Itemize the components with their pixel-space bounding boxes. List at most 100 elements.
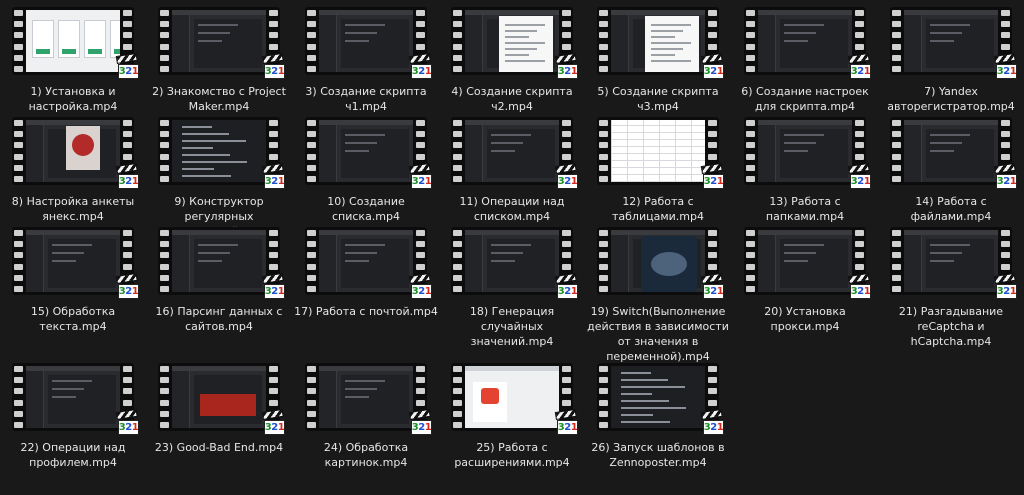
file-item[interactable]: 3 2 1 8) Настройка анкеты янекс.mp4 <box>0 110 146 223</box>
file-item[interactable]: 3 2 1 7) Yandex авторегистратор.mp4 <box>878 0 1024 113</box>
film-hole <box>307 21 316 28</box>
file-item[interactable]: 3 2 1 5) Создание скрипта ч3.mp4 <box>585 0 731 113</box>
film-hole <box>562 252 571 259</box>
film-hole <box>1001 263 1010 270</box>
film-hole <box>855 131 864 138</box>
code-line <box>621 407 686 409</box>
film-hole <box>14 252 23 259</box>
file-item[interactable]: 3 2 1 3) Создание скрипта ч1.mp4 <box>293 0 439 113</box>
film-hole <box>562 43 571 50</box>
file-item[interactable]: 3 2 1 18) Генерация случайных значений.mp4 <box>439 220 585 350</box>
film-hole <box>123 10 132 16</box>
film-hole <box>160 377 169 384</box>
file-item[interactable]: 3 2 1 24) Обработка картинок.mp4 <box>293 356 439 469</box>
film-strip-edge <box>14 230 23 292</box>
file-item[interactable]: 3 2 1 20) Установка прокси.mp4 <box>732 220 878 350</box>
film-hole <box>562 120 571 126</box>
file-item[interactable]: 3 2 1 2) Знакомство с Project Maker.mp4 <box>146 0 292 113</box>
film-hole <box>1001 10 1010 16</box>
film-hole <box>160 120 169 126</box>
film-hole <box>307 241 316 248</box>
film-hole <box>14 366 23 372</box>
file-item[interactable]: 3 2 1 16) Парсинг данных с сайтов.mp4 <box>146 220 292 350</box>
film-strip-edge <box>453 366 462 428</box>
film-hole <box>892 32 901 39</box>
panel-line <box>491 134 531 136</box>
film-strip-edge <box>892 230 901 292</box>
film-hole <box>1001 252 1010 259</box>
file-item[interactable]: 3 2 1 21) Разгадывание reCaptcha и hCaptcha… <box>878 220 1024 350</box>
file-item[interactable]: 3 2 1 10) Создание списка.mp4 <box>293 110 439 223</box>
film-hole <box>892 263 901 270</box>
media-player-classic-321-icon: 321 <box>993 162 1018 190</box>
thumbnail-frame <box>611 10 705 72</box>
film-strip-edge <box>14 366 23 428</box>
file-item[interactable]: 3 2 1 26) Запуск шаблонов в Zennoposter.mp4 <box>585 356 731 469</box>
clapperboard-icon <box>261 272 284 284</box>
clapperboard-icon <box>700 272 723 284</box>
film-hole <box>269 32 278 39</box>
window-panel <box>48 375 116 424</box>
thumbnail-frame <box>904 10 998 72</box>
file-item[interactable]: 3 2 1 22) Операции над профилем.mp4 <box>0 356 146 469</box>
file-item[interactable]: 3 2 1 6) Создание настроек для скрипта.mp4 <box>732 0 878 113</box>
film-hole <box>599 377 608 384</box>
file-item[interactable]: 3 2 1 25) Работа с расширениями.mp4 <box>439 356 585 469</box>
film-hole <box>14 263 23 270</box>
code-line <box>621 414 653 416</box>
film-hole <box>453 421 462 428</box>
film-hole <box>416 399 425 406</box>
film-hole <box>307 153 316 160</box>
panel-line <box>491 244 531 246</box>
film-hole <box>708 43 717 50</box>
file-item[interactable]: 3219) Конструктор регулярных выражений.m… <box>146 110 292 238</box>
badge-number: 321 <box>557 420 578 435</box>
thumbnail-frame <box>465 366 559 428</box>
file-item[interactable]: 3 2 1 12) Работа с таблицами.mp4 <box>585 110 731 223</box>
badge-digit: 1 <box>131 286 139 297</box>
pricing-card <box>32 20 54 58</box>
film-hole <box>416 131 425 138</box>
panel-line <box>52 244 92 246</box>
film-hole <box>892 241 901 248</box>
film-hole <box>160 252 169 259</box>
file-item[interactable]: 3 2 1 23) Good-Bad End.mp4 <box>146 356 292 461</box>
window-panel <box>487 129 555 178</box>
film-hole <box>160 399 169 406</box>
file-item[interactable]: 3 2 1 14) Работа с файлами.mp4 <box>878 110 1024 223</box>
file-item[interactable]: 3 2 1 1) Установка и настройка.mp4 <box>0 0 146 113</box>
film-hole <box>269 21 278 28</box>
film-hole <box>453 241 462 248</box>
film-strip-edge <box>599 10 608 72</box>
badge-digit: 1 <box>277 422 285 433</box>
film-hole <box>269 43 278 50</box>
film-hole <box>453 377 462 384</box>
film-hole <box>599 230 608 236</box>
film-hole <box>416 252 425 259</box>
film-strip-edge <box>160 230 169 292</box>
badge-number: 321 <box>264 420 285 435</box>
file-item[interactable]: 3 2 1 4) Создание скрипта ч2.mp4 <box>439 0 585 113</box>
panel-line <box>345 260 369 262</box>
panel-line <box>784 150 808 152</box>
film-hole <box>892 274 901 281</box>
file-item[interactable]: 3 2 1 17) Работа с почтой.mp4 <box>293 220 439 350</box>
file-item[interactable]: 3 2 1 11) Операции над списком.mp4 <box>439 110 585 223</box>
film-strip-edge <box>307 366 316 428</box>
file-item[interactable]: 3 2 1 19) Switch(Выполнение действия в зави… <box>585 220 731 363</box>
panel-line <box>345 142 377 144</box>
film-hole <box>599 241 608 248</box>
film-hole <box>562 230 571 236</box>
film-hole <box>599 366 608 372</box>
film-hole <box>855 230 864 236</box>
code-line <box>621 393 652 395</box>
film-hole <box>708 10 717 16</box>
file-item[interactable]: 3 2 1 13) Работа с папками.mp4 <box>732 110 878 223</box>
code-view <box>611 366 705 428</box>
badge-number: 321 <box>703 420 724 435</box>
film-hole <box>269 366 278 372</box>
thumbnail-frame <box>172 366 266 428</box>
file-item[interactable]: 3 2 1 15) Обработка текста.mp4 <box>0 220 146 350</box>
window-sidebar <box>904 235 922 292</box>
badge-digit: 1 <box>424 176 432 187</box>
